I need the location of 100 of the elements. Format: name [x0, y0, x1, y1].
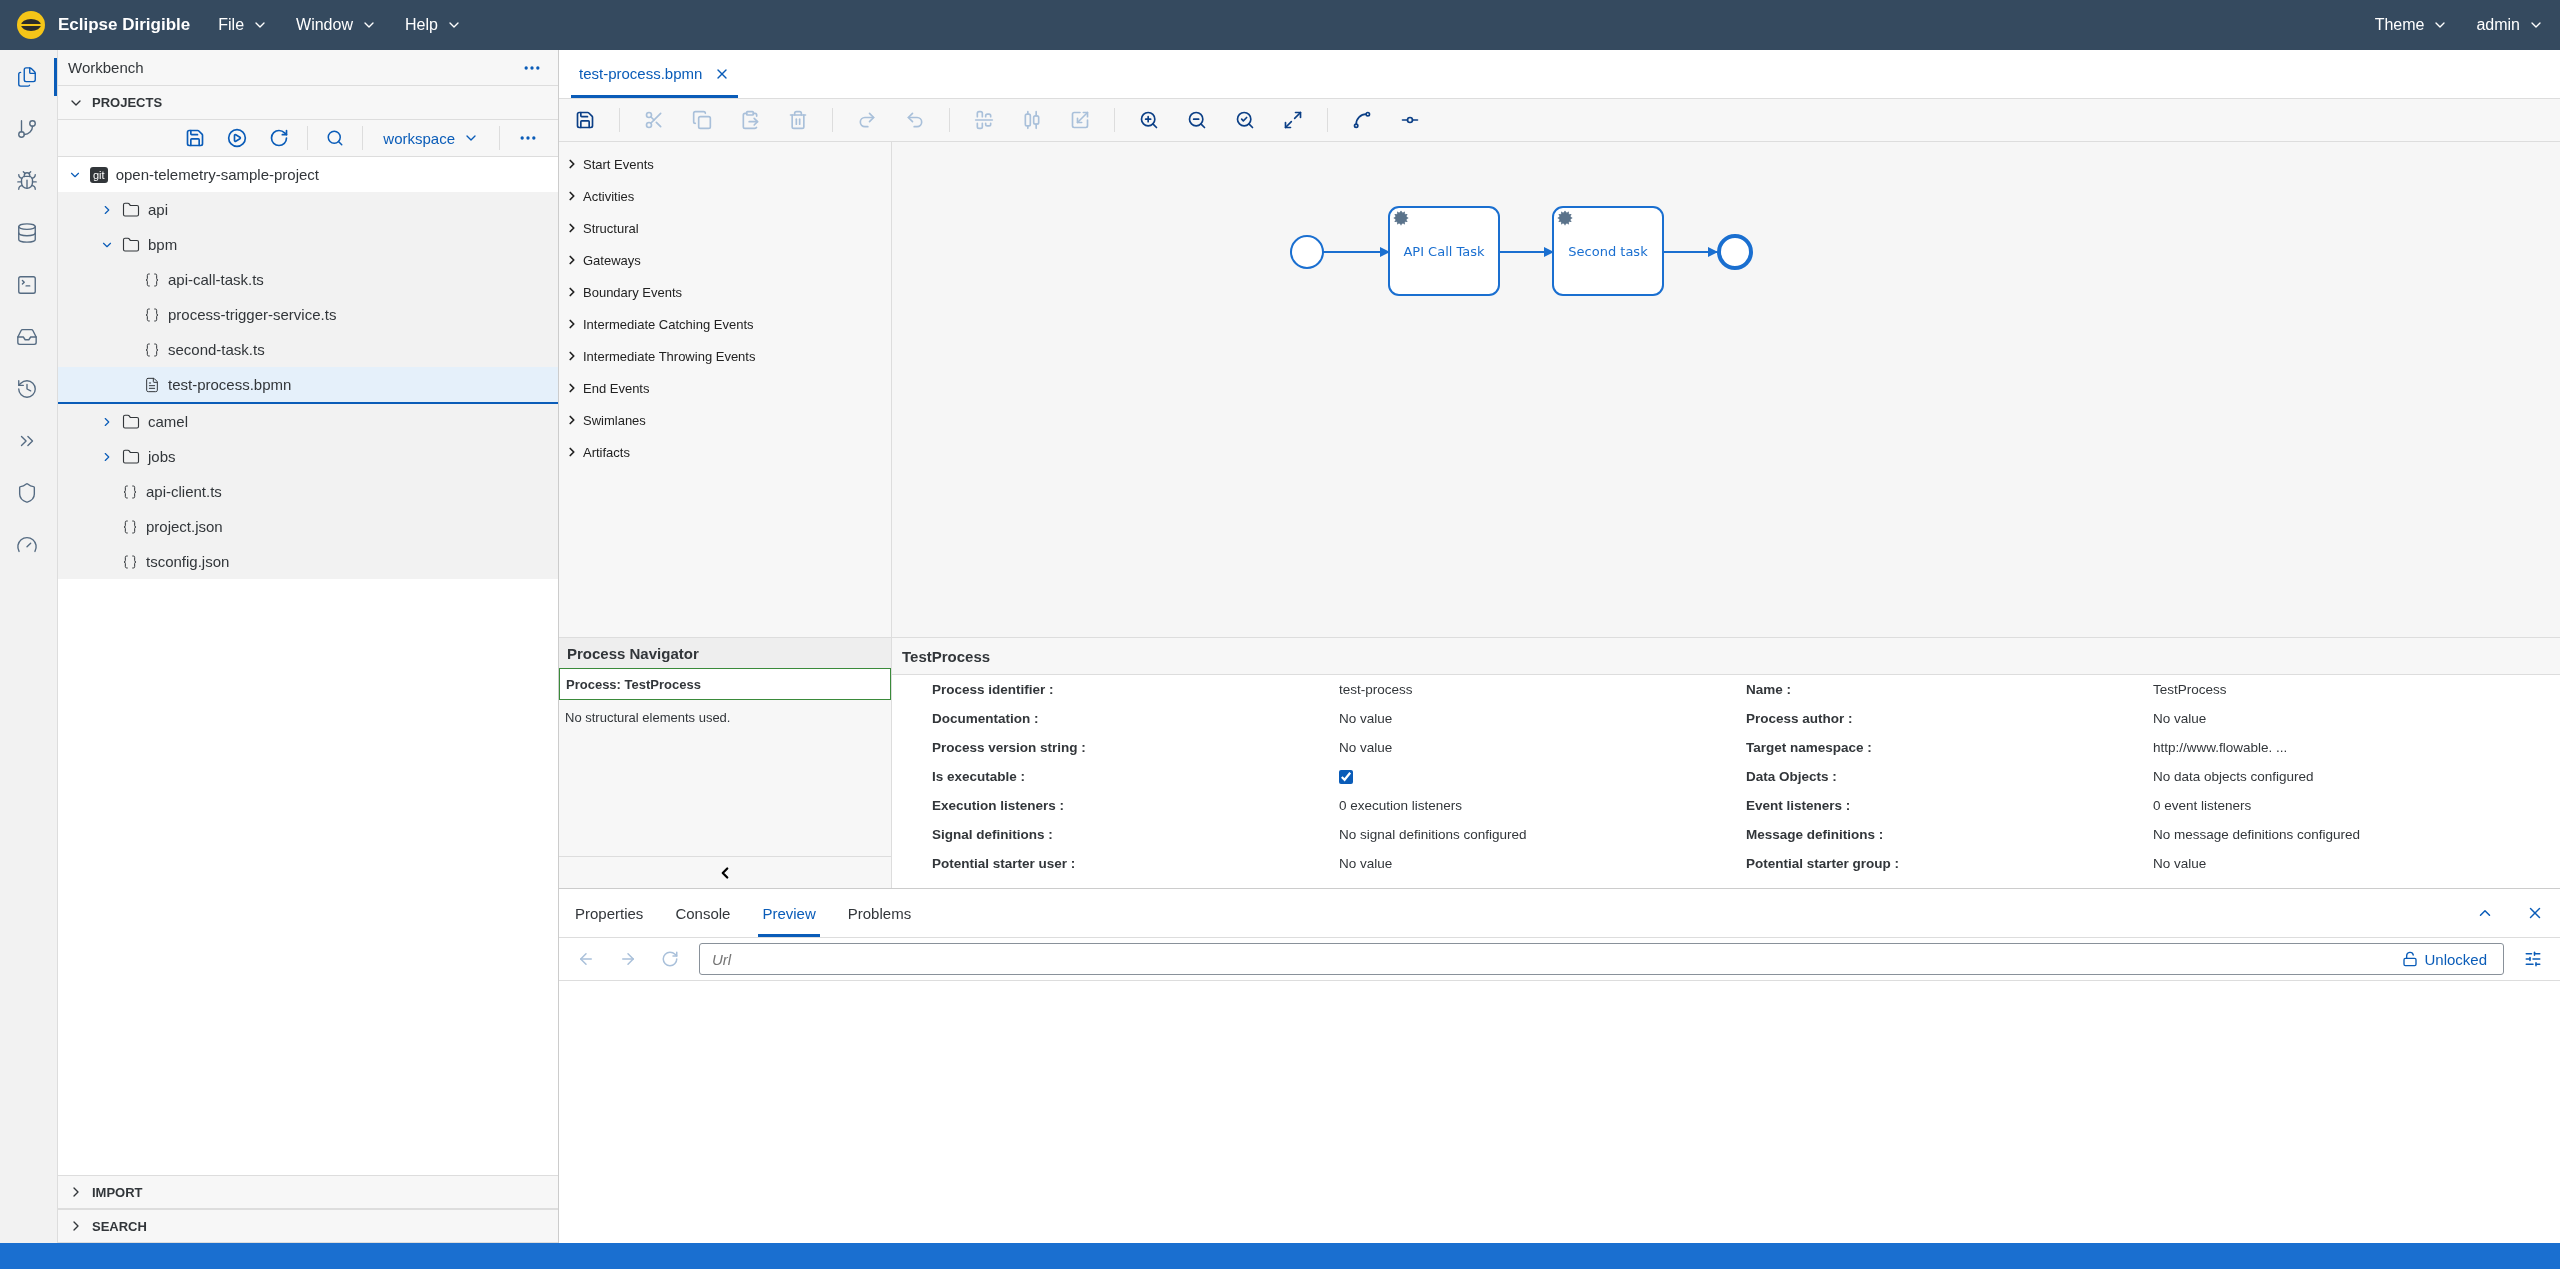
tree-item[interactable]: api: [58, 192, 558, 227]
tree-item-label: project.json: [146, 518, 223, 535]
workspace-dropdown[interactable]: workspace: [377, 128, 485, 148]
zoom-out-icon[interactable]: [1187, 110, 1207, 130]
gear-icon: [1558, 211, 1572, 225]
url-field[interactable]: Url Unlocked: [699, 943, 2504, 975]
shield-icon: [16, 482, 38, 504]
tree-item[interactable]: process-trigger-service.ts: [58, 297, 558, 332]
menu-button[interactable]: File: [218, 16, 269, 34]
section-header[interactable]: IMPORT: [58, 1175, 558, 1209]
palette-group[interactable]: Intermediate Catching Events: [559, 308, 760, 340]
property-value: No value: [1339, 739, 1394, 757]
tree-item[interactable]: test-process.bpmn: [58, 367, 558, 404]
property-label: Process author :: [1746, 710, 1854, 728]
palette-group[interactable]: End Events: [559, 372, 656, 404]
sequence-flow: [1498, 247, 1554, 257]
section-header[interactable]: PROJECTS: [58, 86, 558, 120]
tree-item-label: open-telemetry-sample-project: [115, 166, 320, 183]
tree-item-label: api-call-task.ts: [168, 271, 264, 288]
refresh-icon[interactable]: [269, 128, 290, 148]
document-icon: [144, 376, 160, 393]
tree-item[interactable]: jobs: [58, 439, 558, 474]
search-icon[interactable]: [326, 129, 345, 147]
app-title: Eclipse Dirigible: [58, 15, 191, 35]
terminal-icon: [16, 274, 38, 296]
property-label: Signal definitions :: [932, 826, 1054, 844]
tree-item[interactable]: api-call-task.ts: [58, 262, 558, 297]
tree-item[interactable]: project.json: [58, 509, 558, 544]
save-icon[interactable]: [185, 128, 206, 148]
save-icon[interactable]: [575, 110, 595, 130]
zoom-reset-icon[interactable]: [1235, 110, 1255, 130]
panel-tab[interactable]: Properties: [571, 893, 648, 937]
tree-item-label: jobs: [148, 448, 176, 465]
tree-item[interactable]: tsconfig.json: [58, 544, 558, 579]
play-icon[interactable]: [227, 128, 248, 148]
palette-group[interactable]: Structural: [559, 212, 645, 244]
section-header[interactable]: SEARCH: [58, 1209, 558, 1243]
menu-button[interactable]: Theme: [2374, 16, 2449, 34]
lock-button[interactable]: Unlocked: [2396, 949, 2493, 969]
palette-group[interactable]: Activities: [559, 180, 641, 212]
tree-item-label: tsconfig.json: [146, 553, 230, 570]
tree-item[interactable]: api-client.ts: [58, 474, 558, 509]
zoom-in-icon[interactable]: [1139, 110, 1159, 130]
sequence-flow: [1662, 247, 1718, 257]
tree-item-label: bpm: [148, 236, 178, 253]
property-value: No message definitions configured: [2153, 826, 2362, 844]
git-badge: git: [90, 166, 108, 183]
history-icon: [16, 378, 38, 400]
properties-title: TestProcess: [892, 638, 2560, 675]
palette-group[interactable]: Artifacts: [559, 436, 636, 468]
palette-group[interactable]: Boundary Events: [559, 276, 688, 308]
tree-item-label: camel: [148, 413, 188, 430]
property-label: Message definitions :: [1746, 826, 1885, 844]
end-event: [1717, 234, 1753, 270]
code-file-icon: [122, 483, 138, 500]
palette-group[interactable]: Intermediate Throwing Events: [559, 340, 762, 372]
panel-tab[interactable]: Console: [671, 893, 735, 937]
fit-icon[interactable]: [1283, 110, 1303, 130]
property-value: test-process: [1339, 681, 1414, 699]
settings-icon[interactable]: [2524, 950, 2542, 968]
code-file-icon: [144, 341, 160, 358]
code-file-icon: [122, 518, 138, 535]
menu-button[interactable]: Help: [404, 16, 462, 34]
menu-button[interactable]: admin: [2476, 16, 2544, 34]
property-label: Process version string :: [932, 739, 1087, 757]
checkbox[interactable]: [1339, 769, 1353, 784]
panel-title: Process Navigator: [559, 638, 891, 668]
gear-icon: [1394, 211, 1408, 225]
tree-item[interactable]: camel: [58, 404, 558, 439]
add-waypoint-icon[interactable]: [1352, 110, 1372, 130]
task: API Call Task: [1388, 206, 1500, 296]
property-value: TestProcess: [2153, 681, 2228, 699]
palette-group[interactable]: Gateways: [559, 244, 647, 276]
palette-group[interactable]: Swimlanes: [559, 404, 652, 436]
tree-item[interactable]: bpm: [58, 227, 558, 262]
folder-icon: [122, 200, 140, 219]
property-label: Potential starter user :: [932, 855, 1077, 873]
folder-icon: [122, 235, 140, 254]
sequence-flow: [1322, 247, 1390, 257]
code-file-icon: [144, 306, 160, 323]
logo-icon: [16, 10, 46, 40]
branch-icon: [16, 118, 38, 140]
tree-item-label: test-process.bpmn: [168, 376, 292, 393]
property-value: No value: [2153, 710, 2208, 728]
property-label: Potential starter group :: [1746, 855, 1900, 873]
start-event: [1290, 235, 1324, 269]
panel-tab[interactable]: Problems: [843, 893, 916, 937]
property-value: http://www.flowable. ...: [2153, 739, 2289, 757]
tree-item-label: api: [148, 201, 169, 218]
folder-icon: [122, 412, 140, 431]
navigator-item[interactable]: Process: TestProcess: [559, 668, 891, 700]
property-value: No data objects configured: [2153, 768, 2315, 786]
property-label: Name :: [1746, 681, 1792, 699]
tree-item-label: second-task.ts: [168, 341, 265, 358]
panel-tab[interactable]: Preview: [758, 893, 820, 937]
property-label: Event listeners :: [1746, 797, 1852, 815]
menu-button[interactable]: Window: [296, 16, 377, 34]
palette-group[interactable]: Start Events: [559, 148, 660, 180]
tree-item[interactable]: second-task.ts: [58, 332, 558, 367]
folder-icon: [122, 447, 140, 466]
